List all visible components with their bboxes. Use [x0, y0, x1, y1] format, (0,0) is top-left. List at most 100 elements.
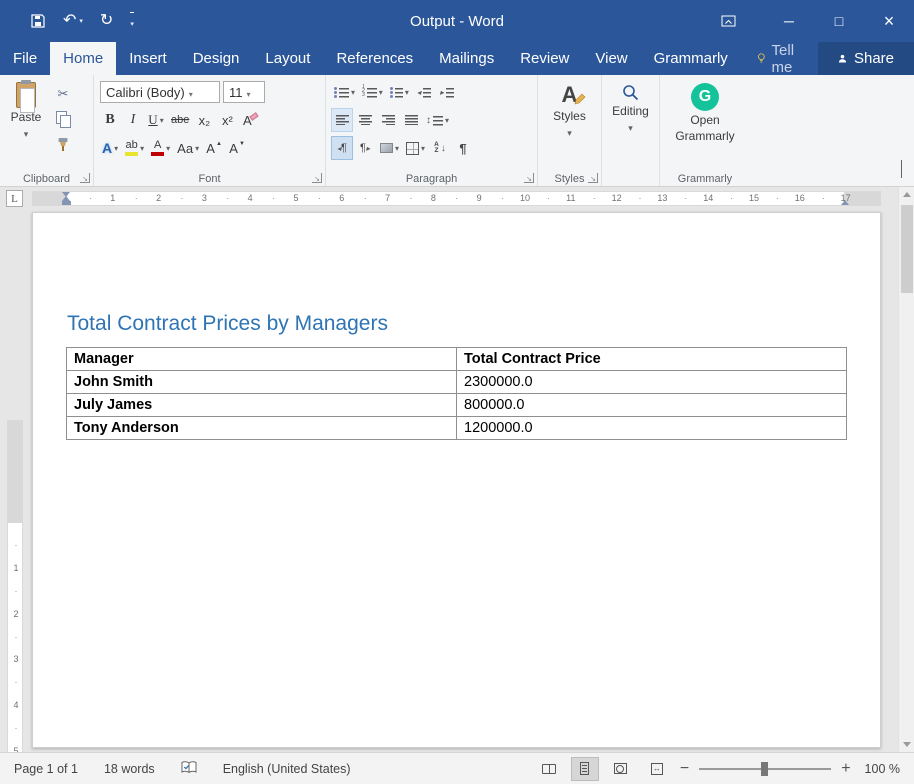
bold-button[interactable]: B: [100, 109, 120, 131]
language-indicator[interactable]: English (United States): [223, 762, 351, 776]
open-grammarly-button[interactable]: G Open Grammarly: [662, 78, 748, 170]
format-painter-button[interactable]: [50, 135, 76, 153]
zoom-slider-thumb[interactable]: [761, 762, 768, 776]
tab-design[interactable]: Design: [180, 42, 253, 75]
bullets-button[interactable]: [332, 81, 357, 103]
clipboard-dialog-launcher-icon[interactable]: [80, 173, 90, 183]
print-layout-button[interactable]: [572, 758, 598, 780]
tab-selector-button[interactable]: L: [6, 190, 23, 207]
underline-button[interactable]: U: [146, 109, 166, 131]
document-table[interactable]: ManagerTotal Contract Price John Smith23…: [66, 347, 847, 440]
zoom-out-button[interactable]: −: [680, 761, 689, 777]
zoom-level-button[interactable]: 100 %: [865, 762, 900, 776]
share-button[interactable]: Share: [818, 42, 914, 75]
scrollbar-thumb[interactable]: [901, 205, 913, 293]
undo-button[interactable]: ↶: [63, 13, 83, 29]
tab-file[interactable]: File: [0, 42, 50, 75]
chevron-down-icon[interactable]: [243, 85, 251, 100]
decrease-indent-button[interactable]: ◂: [414, 81, 434, 103]
tell-me-button[interactable]: Tell me: [745, 42, 818, 75]
save-button[interactable]: [30, 13, 46, 29]
customize-qat-button[interactable]: [130, 12, 134, 30]
tab-grammarly[interactable]: Grammarly: [641, 42, 741, 75]
table-cell[interactable]: 2300000.0: [457, 371, 847, 394]
grow-font-button[interactable]: A▲: [204, 137, 224, 159]
justify-button[interactable]: [401, 109, 421, 131]
highlight-color-button[interactable]: ab: [123, 137, 146, 159]
zoom-in-button[interactable]: +: [841, 761, 850, 777]
font-name-select[interactable]: Calibri (Body): [100, 81, 220, 103]
table-header-cell[interactable]: Manager: [67, 348, 457, 371]
ribbon-display-options-button[interactable]: [706, 0, 750, 42]
table-cell[interactable]: 800000.0: [457, 394, 847, 417]
tab-view[interactable]: View: [582, 42, 640, 75]
tab-home[interactable]: Home: [50, 42, 116, 75]
subscript-button[interactable]: x₂: [194, 109, 214, 131]
increase-indent-button[interactable]: ▸: [437, 81, 457, 103]
superscript-button[interactable]: x²: [217, 109, 237, 131]
styles-dialog-launcher-icon[interactable]: [588, 173, 598, 183]
left-indent-marker[interactable]: [62, 201, 71, 205]
web-layout-button[interactable]: [608, 758, 634, 780]
rtl-text-direction-button[interactable]: ¶▸: [355, 137, 375, 159]
shading-button[interactable]: [378, 137, 401, 159]
paragraph-dialog-launcher-icon[interactable]: [524, 173, 534, 183]
align-center-button[interactable]: [355, 109, 375, 131]
numbering-button[interactable]: 1 2 3: [360, 81, 385, 103]
editing-dropdown-icon[interactable]: [628, 120, 633, 134]
page-count-indicator[interactable]: Page 1 of 1: [14, 762, 78, 776]
vertical-scrollbar[interactable]: [898, 187, 914, 752]
styles-button[interactable]: A Styles: [540, 78, 599, 170]
hruler-band[interactable]: 1·2·3·4·5·6·7·8·9·10·11·12·13·14·15·16·1…: [32, 191, 881, 206]
paste-dropdown-icon[interactable]: [24, 126, 29, 140]
table-header-cell[interactable]: Total Contract Price: [457, 348, 847, 371]
paste-button[interactable]: Paste: [2, 78, 50, 153]
italic-button[interactable]: I: [123, 109, 143, 131]
styles-dropdown-icon[interactable]: [567, 125, 572, 139]
minimize-button[interactable]: ─: [764, 0, 814, 42]
document-page[interactable]: Total Contract Prices by Managers Manage…: [32, 212, 881, 748]
editing-button[interactable]: Editing: [604, 78, 657, 170]
word-count-indicator[interactable]: 18 words: [104, 762, 155, 776]
read-mode-button[interactable]: [536, 758, 562, 780]
scroll-down-icon[interactable]: [903, 742, 911, 747]
tab-insert[interactable]: Insert: [116, 42, 180, 75]
change-case-button[interactable]: Aa: [175, 137, 201, 159]
table-cell[interactable]: John Smith: [67, 371, 457, 394]
document-heading[interactable]: Total Contract Prices by Managers: [67, 312, 844, 336]
font-size-select[interactable]: 11: [223, 81, 265, 103]
vertical-ruler[interactable]: 1·2·3·4·5·6·7·8·9·: [7, 420, 24, 752]
proofing-status-button[interactable]: [181, 761, 197, 777]
table-cell[interactable]: July James: [67, 394, 457, 417]
table-cell[interactable]: Tony Anderson: [67, 417, 457, 440]
page-fit-button[interactable]: ↔: [644, 758, 670, 780]
font-dialog-launcher-icon[interactable]: [312, 173, 322, 183]
tab-mailings[interactable]: Mailings: [426, 42, 507, 75]
redo-button[interactable]: ↻: [100, 13, 113, 29]
shrink-font-button[interactable]: A▼: [227, 137, 247, 159]
font-color-button[interactable]: A: [149, 137, 172, 159]
cut-button[interactable]: ✂: [50, 85, 76, 103]
horizontal-ruler[interactable]: L 1·2·3·4·5·6·7·8·9·10·11·12·13·14·15·16…: [0, 187, 914, 210]
sort-button[interactable]: AZ↓: [430, 137, 450, 159]
strikethrough-button[interactable]: abe: [169, 109, 191, 131]
maximize-button[interactable]: □: [814, 0, 864, 42]
ltr-text-direction-button[interactable]: ◂¶: [332, 137, 352, 159]
show-hide-marks-button[interactable]: ¶: [453, 137, 473, 159]
collapse-ribbon-button[interactable]: [901, 161, 902, 179]
text-effects-button[interactable]: A: [100, 137, 120, 159]
multilevel-list-button[interactable]: [388, 81, 411, 103]
vruler-band[interactable]: 1·2·3·4·5·6·7·8·9·: [7, 420, 23, 752]
zoom-slider[interactable]: [699, 768, 831, 770]
borders-button[interactable]: [404, 137, 427, 159]
scroll-up-icon[interactable]: [903, 192, 911, 197]
align-right-button[interactable]: [378, 109, 398, 131]
table-cell[interactable]: 1200000.0: [457, 417, 847, 440]
tab-layout[interactable]: Layout: [252, 42, 323, 75]
tab-references[interactable]: References: [323, 42, 426, 75]
tab-review[interactable]: Review: [507, 42, 582, 75]
line-spacing-button[interactable]: ↕: [424, 109, 451, 131]
align-left-button[interactable]: [332, 109, 352, 131]
chevron-down-icon[interactable]: [185, 85, 193, 100]
close-button[interactable]: ×: [864, 0, 914, 42]
